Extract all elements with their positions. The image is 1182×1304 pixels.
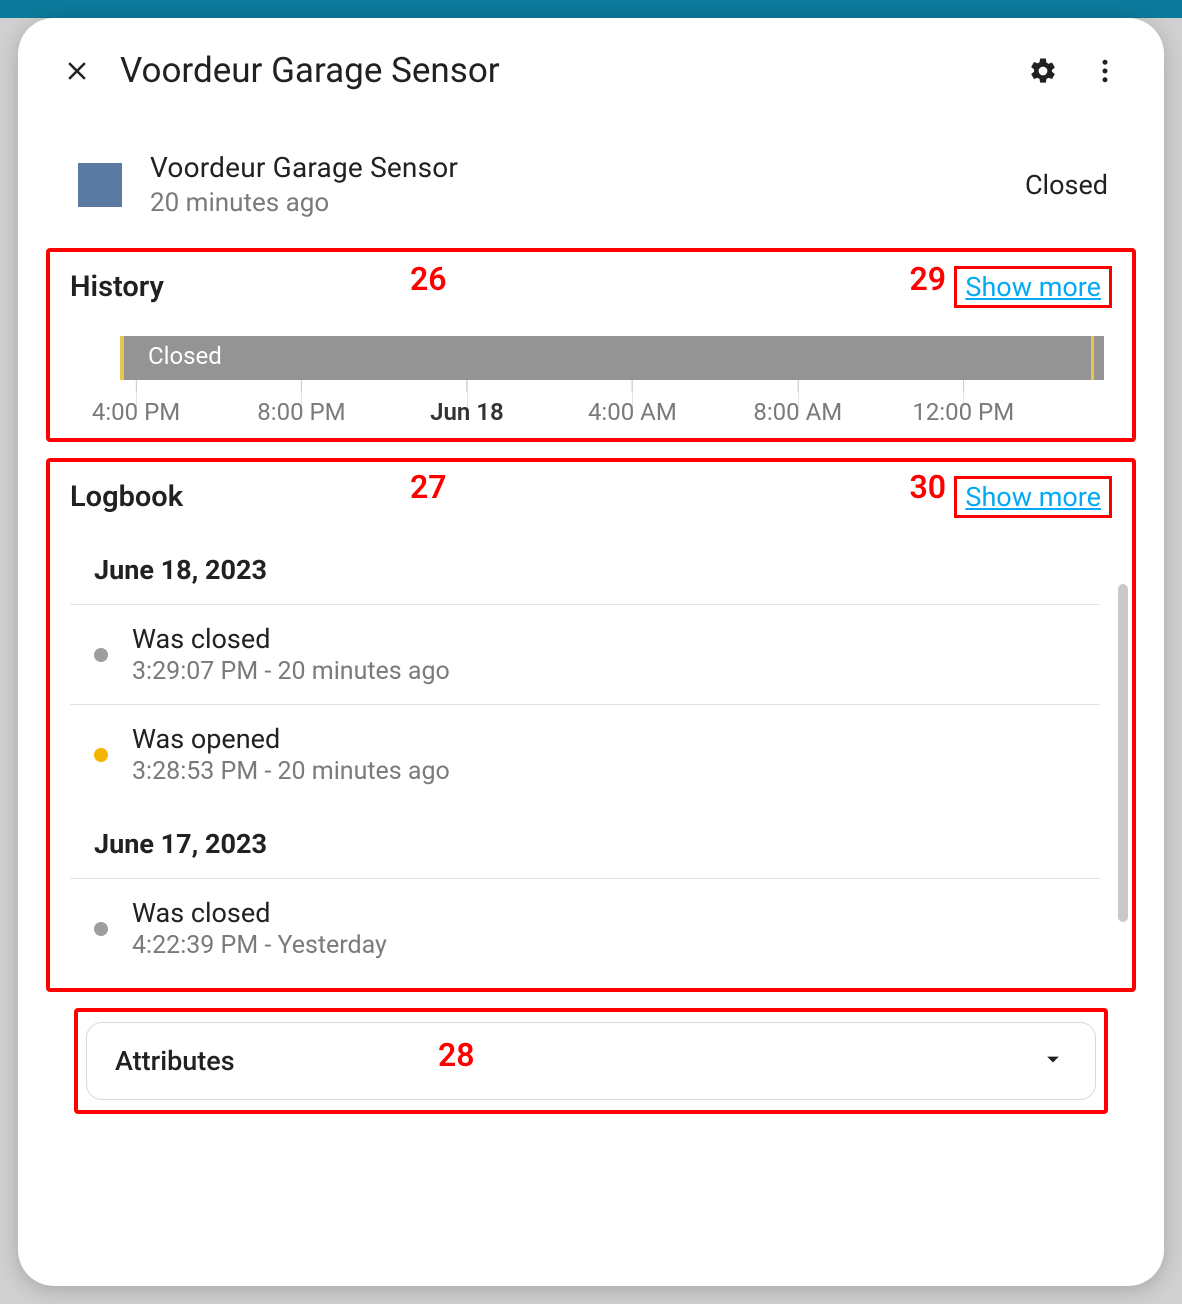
logbook-entry-dot (94, 922, 108, 936)
annotation-number-29: 29 (909, 260, 946, 298)
history-show-more-link[interactable]: Show more (965, 271, 1101, 303)
entity-status-row: Voordeur Garage Sensor 20 minutes ago Cl… (74, 111, 1108, 238)
gear-icon (1028, 56, 1058, 86)
logbook-date-heading: June 17, 2023 (70, 804, 1100, 878)
entity-dialog: Voordeur Garage Sensor Voordeur Garage S… (18, 18, 1164, 1286)
settings-button[interactable] (1024, 52, 1062, 90)
close-button[interactable] (58, 52, 96, 90)
annotation-box-27: 27 30 Logbook Show more June 18, 2023Was… (46, 458, 1136, 992)
logbook-entry-title: Was closed (132, 897, 387, 929)
logbook-entry: Was opened3:28:53 PM - 20 minutes ago (70, 704, 1100, 804)
history-timeline: Closed 4:00 PM 8:00 PM Jun 18 4:00 AM 8:00 A… (58, 316, 1124, 428)
background-top-bar (0, 0, 1182, 18)
entity-last-changed: 20 minutes ago (150, 188, 458, 218)
logbook-entry-title: Was closed (132, 623, 450, 655)
history-state-bar (120, 336, 1104, 380)
history-marker (1091, 336, 1094, 380)
logbook-date-heading: June 18, 2023 (70, 530, 1100, 604)
chevron-down-icon (1039, 1045, 1067, 1077)
history-tick: 4:00 AM (588, 380, 677, 426)
entity-name: Voordeur Garage Sensor (150, 151, 458, 184)
history-tick: Jun 18 (430, 380, 504, 426)
logbook-heading: Logbook (70, 480, 183, 514)
logbook-entry-dot (94, 648, 108, 662)
annotation-number-27: 27 (410, 468, 447, 506)
logbook-entry-time: 3:28:53 PM - 20 minutes ago (132, 757, 450, 786)
history-heading: History (70, 270, 164, 304)
annotation-number-30: 30 (909, 468, 946, 506)
dialog-title: Voordeur Garage Sensor (120, 50, 1000, 91)
annotation-box-30: Show more (954, 476, 1112, 518)
annotation-box-26: 26 29 History Show more Closed (46, 248, 1136, 442)
logbook-scrollbar[interactable] (1118, 584, 1128, 922)
entity-state: Closed (1025, 169, 1108, 201)
attributes-expander[interactable]: Attributes (86, 1022, 1096, 1100)
logbook-entry-dot (94, 748, 108, 762)
more-button[interactable] (1086, 52, 1124, 90)
annotation-number-28: 28 (438, 1036, 475, 1074)
logbook-list: June 18, 2023Was closed3:29:07 PM - 20 m… (70, 530, 1112, 978)
more-vert-icon (1090, 56, 1120, 86)
logbook-entry-title: Was opened (132, 723, 450, 755)
logbook-entry: Was closed3:29:07 PM - 20 minutes ago (70, 604, 1100, 704)
history-marker (120, 336, 124, 380)
attributes-heading: Attributes (115, 1045, 235, 1077)
dialog-header: Voordeur Garage Sensor (18, 18, 1164, 111)
logbook-show-more-link[interactable]: Show more (965, 481, 1101, 513)
entity-state-color (78, 163, 122, 207)
close-icon (62, 56, 92, 86)
history-axis: 4:00 PM 8:00 PM Jun 18 4:00 AM 8:00 AM 12:00 … (74, 380, 1108, 428)
history-bar-label: Closed (148, 342, 222, 370)
history-tick: 8:00 AM (753, 380, 842, 426)
logbook-entry: Was closed4:22:39 PM - Yesterday (70, 878, 1100, 978)
logbook-entry-time: 4:22:39 PM - Yesterday (132, 931, 387, 960)
annotation-box-29: Show more (954, 266, 1112, 308)
annotation-box-28: 28 Attributes (74, 1008, 1108, 1114)
annotation-number-26: 26 (410, 260, 447, 298)
history-tick: 4:00 PM (92, 380, 180, 426)
history-tick: 12:00 PM (912, 380, 1014, 426)
history-tick: 8:00 PM (257, 380, 345, 426)
logbook-entry-time: 3:29:07 PM - 20 minutes ago (132, 657, 450, 686)
